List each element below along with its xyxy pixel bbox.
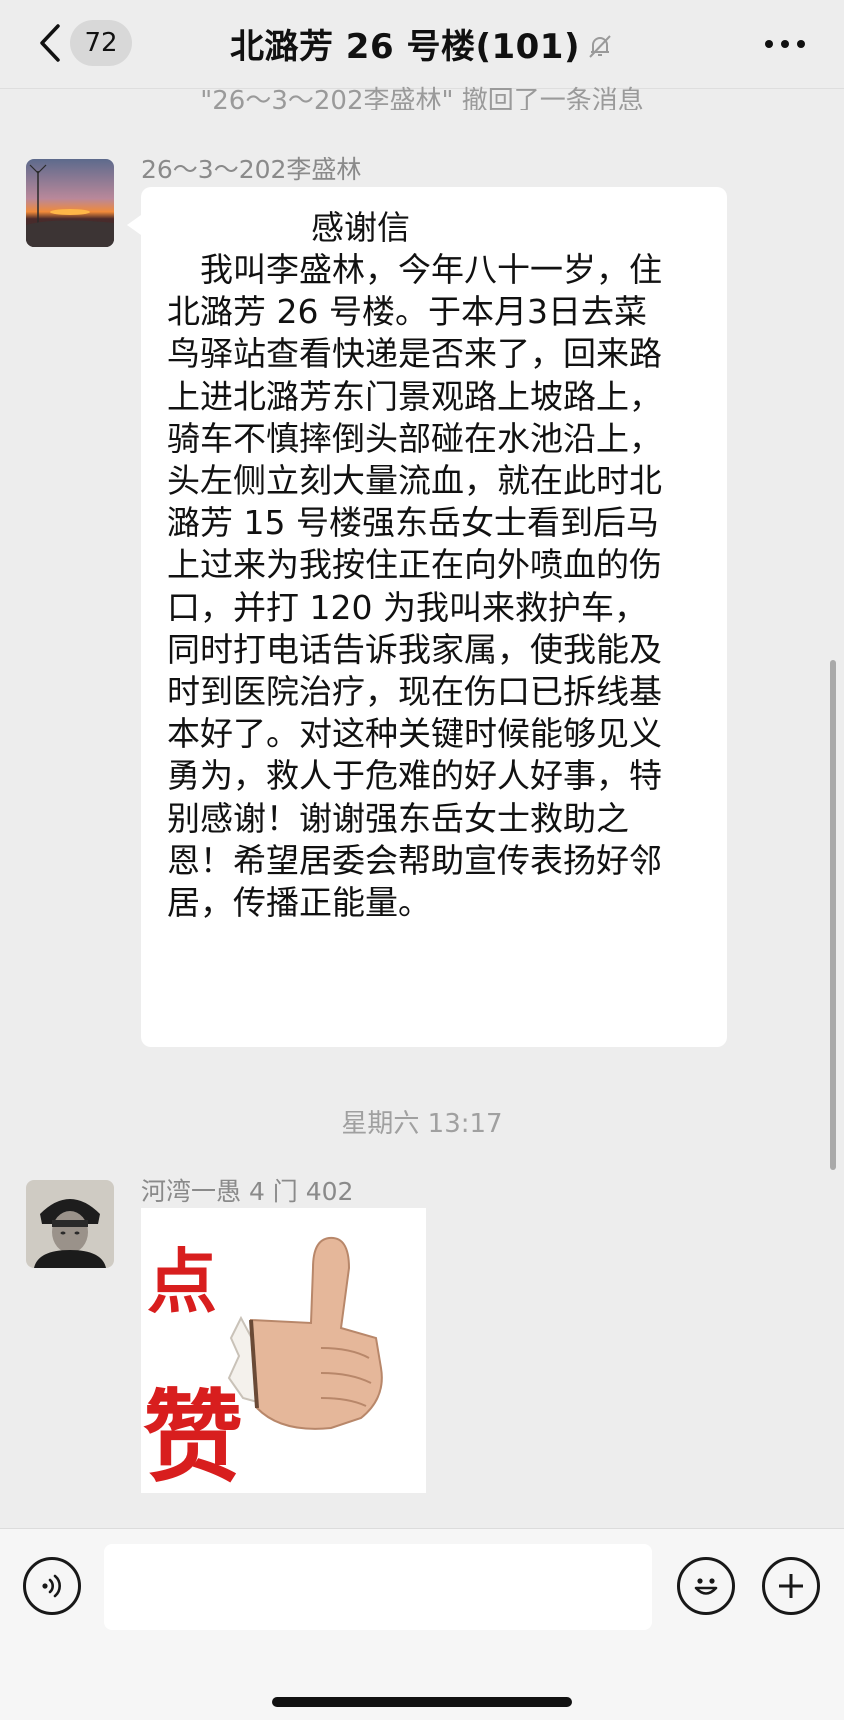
sticker-char: 点 xyxy=(147,1240,217,1323)
more-dots-icon xyxy=(765,40,805,48)
message-timestamp: 星期六 13:17 xyxy=(341,1109,503,1139)
message-bubble[interactable]: 感谢信 我叫李盛林，今年八十一岁，住北潞芳 26 号楼。于本月3日去菜鸟驿站查看… xyxy=(127,187,727,1047)
sender-name: 26～3～202李盛林 xyxy=(141,155,362,184)
scrollbar[interactable] xyxy=(830,660,836,1170)
sender-avatar[interactable] xyxy=(26,1180,114,1268)
plus-icon xyxy=(779,1574,803,1598)
voice-input-button[interactable] xyxy=(23,1557,81,1615)
chat-header: 72 北潞芳 26 号楼(101) xyxy=(0,0,844,89)
thumbs-up-icon xyxy=(227,1236,383,1430)
bell-slash-icon xyxy=(589,35,611,58)
portrait-avatar-image xyxy=(26,1180,114,1268)
letter-title: 感谢信 xyxy=(311,208,410,247)
chat-title[interactable]: 北潞芳 26 号楼(101) xyxy=(230,19,580,68)
voice-icon xyxy=(42,1574,61,1598)
message-input[interactable] xyxy=(104,1544,652,1630)
home-indicator[interactable] xyxy=(272,1697,572,1707)
sender-name: 河湾一愚 4 门 402 xyxy=(141,1177,354,1206)
sender-avatar[interactable] xyxy=(26,159,114,247)
chat-title-wrap: 北潞芳 26 号楼(101) xyxy=(0,18,844,68)
input-bar xyxy=(0,1528,844,1720)
thumbs-up-sticker[interactable]: 点 赞 xyxy=(141,1208,426,1493)
emoji-button[interactable] xyxy=(677,1557,735,1615)
more-options-button[interactable] xyxy=(760,24,810,64)
letter-body: 我叫李盛林，今年八十一岁，住北潞芳 26 号楼。于本月3日去菜鸟驿站查看快递是否… xyxy=(167,250,662,923)
more-functions-button[interactable] xyxy=(762,1557,820,1615)
recall-notice: "26～3～202李盛林" 撤回了一条消息 xyxy=(200,86,644,110)
emoji-icon xyxy=(694,1578,718,1595)
sunset-avatar-image xyxy=(26,159,114,247)
